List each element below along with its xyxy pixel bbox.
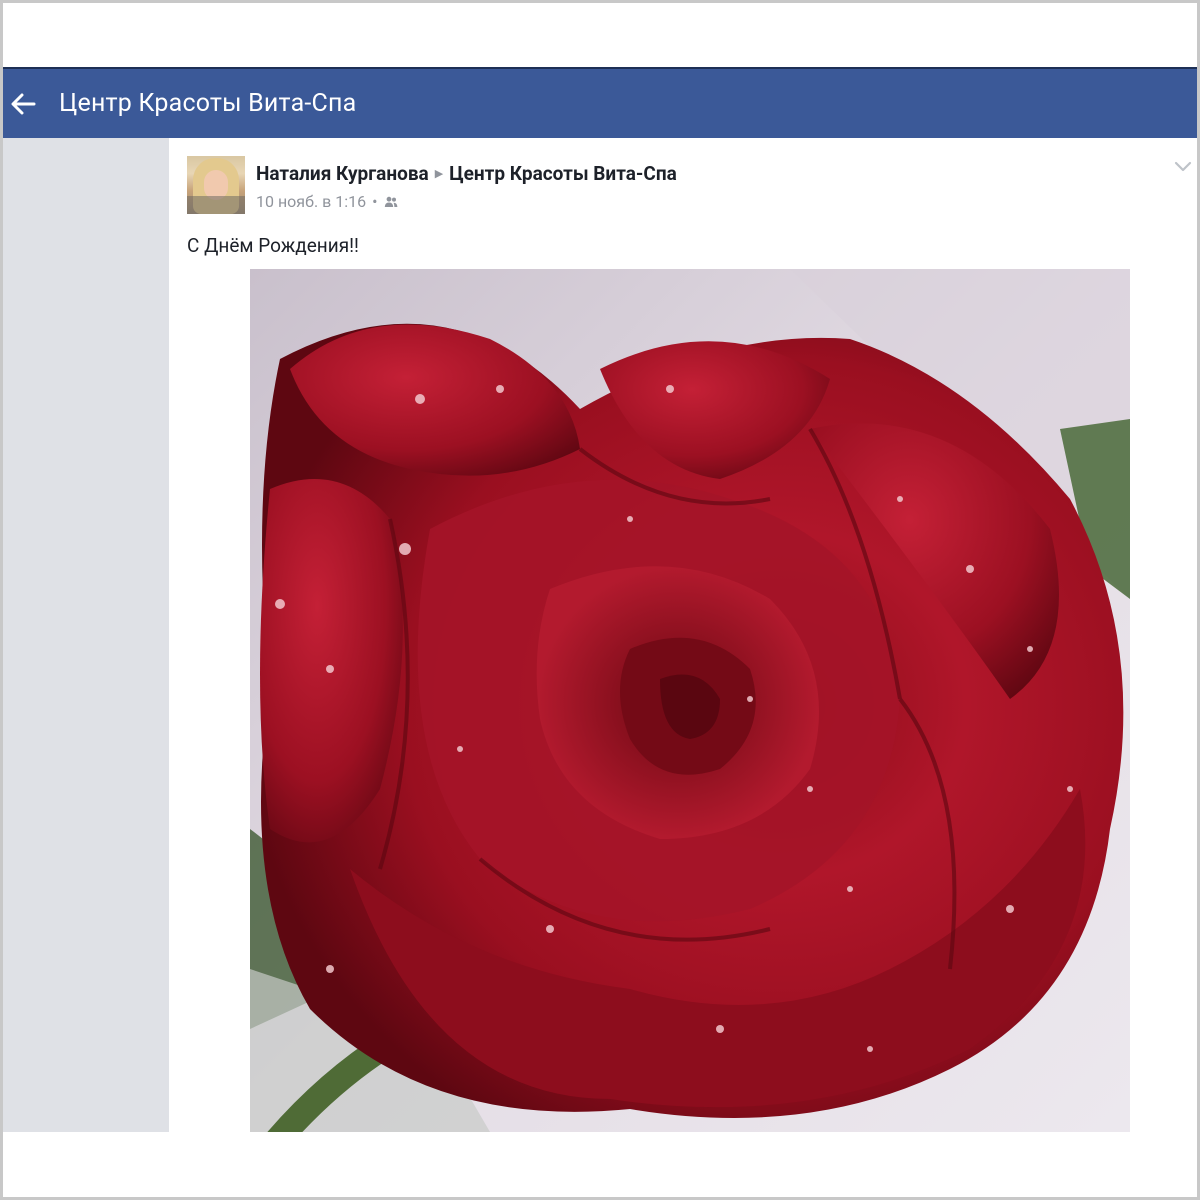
status-area — [3, 3, 1197, 67]
arrow-right-icon: ▶ — [434, 167, 444, 180]
post-text: С Днём Рождения!! — [187, 234, 359, 257]
post-meta: 10 нояб. в 1:16 • — [256, 192, 398, 211]
back-arrow-icon — [11, 93, 36, 114]
left-gutter — [3, 138, 169, 1132]
author-link[interactable]: Наталия Курганова — [256, 162, 429, 185]
chevron-down-icon[interactable] — [1173, 158, 1193, 174]
target-page-link[interactable]: Центр Красоты Вита-Спа — [449, 162, 677, 185]
post-timestamp[interactable]: 10 нояб. в 1:16 — [256, 192, 366, 211]
bottom-area — [3, 1132, 1197, 1197]
top-app-bar: Центр Красоты Вита-Спа — [3, 67, 1197, 138]
post-photo-rose[interactable] — [250, 269, 1130, 1132]
page-title: Центр Красоты Вита-Спа — [59, 89, 357, 118]
post-header: Наталия Курганова ▶ Центр Красоты Вита-Спа — [256, 162, 677, 185]
avatar[interactable] — [187, 156, 245, 214]
meta-separator: • — [372, 192, 378, 211]
back-button[interactable] — [3, 84, 43, 124]
friends-icon — [384, 196, 397, 207]
post-card: Наталия Курганова ▶ Центр Красоты Вита-Спа… — [169, 138, 1197, 1132]
